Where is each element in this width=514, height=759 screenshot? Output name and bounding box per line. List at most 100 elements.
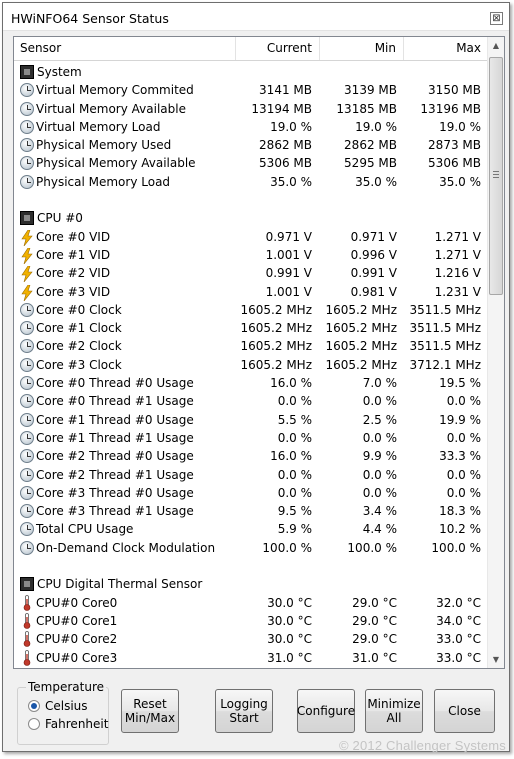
- sensor-row[interactable]: Core #0 Clock 1605.2 MHz 1605.2 MHz 3511.5 …: [14, 301, 488, 319]
- minimize-all-button[interactable]: Minimize All: [365, 689, 423, 733]
- sensor-name: System: [37, 65, 82, 79]
- clock-icon: [20, 376, 34, 391]
- column-header-max[interactable]: Max: [404, 37, 489, 60]
- sensor-row[interactable]: Core #3 VID 1.001 V 0.981 V 1.231 V: [14, 283, 488, 301]
- sensor-name: Core #2 Thread #0 Usage: [36, 449, 194, 464]
- column-header-min[interactable]: Min: [320, 37, 404, 60]
- sensor-min-value: 0.996 V: [350, 247, 397, 262]
- list-header: Sensor Current Min Max: [14, 37, 489, 61]
- sensor-name: CPU#0 Core2: [36, 632, 118, 647]
- sensor-row[interactable]: Core #0 Thread #1 Usage 0.0 % 0.0 % 0.0 %: [14, 392, 488, 410]
- temperature-group: Temperature Celsius Fahrenheit: [17, 680, 109, 745]
- sensor-current-value: 1605.2 MHz: [240, 339, 312, 354]
- sensor-current-value: 0.991 V: [265, 266, 312, 281]
- blank-row: [14, 191, 488, 209]
- sensor-max-value: 0.0 %: [446, 485, 481, 500]
- sensor-row[interactable]: Virtual Memory Commited 3141 MB 3139 MB 315…: [14, 81, 488, 99]
- sensor-row[interactable]: Core #1 Clock 1605.2 MHz 1605.2 MHz 3511.5 …: [14, 319, 488, 337]
- celsius-label[interactable]: Celsius: [45, 698, 88, 714]
- sensor-row[interactable]: Virtual Memory Load 19.0 % 19.0 % 19.0 %: [14, 118, 488, 136]
- sensor-row[interactable]: Core #0 Thread #0 Usage 16.0 % 7.0 % 19.5 %: [14, 374, 488, 392]
- sensor-row[interactable]: On-Demand Clock Modulation 100.0 % 100.0 %…: [14, 539, 488, 557]
- sensor-max-value: 0.0 %: [446, 394, 481, 409]
- sensor-row[interactable]: Core #1 VID 1.001 V 0.996 V 1.271 V: [14, 246, 488, 264]
- sensor-max-value: 35.0 %: [439, 174, 481, 189]
- bolt-icon: [20, 266, 34, 283]
- sensor-group-row[interactable]: System: [14, 63, 488, 81]
- scroll-up-icon[interactable]: ▲: [488, 37, 504, 54]
- sensor-row[interactable]: Core #3 Clock 1605.2 MHz 1605.2 MHz 3712.1 …: [14, 356, 488, 374]
- reset-min-max-button[interactable]: Reset Min/Max: [121, 689, 179, 733]
- configure-button[interactable]: Configure: [297, 689, 355, 733]
- sensor-name: Virtual Memory Available: [36, 101, 186, 116]
- clock-icon: [20, 357, 34, 372]
- sensor-row[interactable]: Physical Memory Available 5306 MB 5295 MB 5…: [14, 154, 488, 172]
- sensor-current-value: 5306 MB: [259, 156, 312, 171]
- thermometer-icon: [22, 649, 36, 666]
- blank-row: [14, 557, 488, 575]
- column-header-sensor[interactable]: Sensor: [14, 37, 236, 60]
- sensor-current-value: 0.0 %: [277, 485, 312, 500]
- sensor-name: On-Demand Clock Modulation: [36, 540, 216, 555]
- sensor-name: CPU#0 Core0: [36, 595, 118, 610]
- sensor-row[interactable]: Physical Memory Load 35.0 % 35.0 % 35.0 %: [14, 173, 488, 191]
- sensor-max-value: 19.0 %: [439, 119, 481, 134]
- sensor-row[interactable]: Core #3 Thread #0 Usage 0.0 % 0.0 % 0.0 %: [14, 484, 488, 502]
- sensor-name: Core #1 Thread #0 Usage: [36, 412, 194, 427]
- sensor-min-value: 29.0 °C: [352, 595, 397, 610]
- sensor-row[interactable]: CPU#0 Core3 31.0 °C 31.0 °C 33.0 °C: [14, 649, 488, 667]
- clock-icon: [20, 302, 34, 317]
- celsius-radio-circle[interactable]: [28, 700, 40, 712]
- sensor-row[interactable]: Core #2 VID 0.991 V 0.991 V 1.216 V: [14, 264, 488, 283]
- sensor-current-value: 13194 MB: [251, 101, 312, 116]
- clock-icon: [20, 83, 34, 98]
- sensor-max-value: 100.0 %: [431, 540, 481, 555]
- fahrenheit-radio-circle[interactable]: [28, 718, 40, 730]
- scroll-thumb[interactable]: [489, 57, 503, 295]
- clock-icon: [20, 138, 34, 153]
- sensor-row[interactable]: Total CPU Usage 5.9 % 4.4 % 10.2 %: [14, 520, 488, 538]
- sensor-row[interactable]: Core #2 Thread #1 Usage 0.0 % 0.0 % 0.0 %: [14, 466, 488, 484]
- sensor-list[interactable]: Sensor Current Min Max System Virtual Mem…: [13, 36, 505, 669]
- sensor-max-value: 5306 MB: [428, 156, 481, 171]
- column-header-current[interactable]: Current: [236, 37, 320, 60]
- vertical-scrollbar[interactable]: ▲ ▼: [487, 37, 504, 668]
- sensor-current-value: 35.0 %: [270, 174, 312, 189]
- sensor-row[interactable]: CPU#0 Core0 30.0 °C 29.0 °C 32.0 °C: [14, 594, 488, 612]
- sensor-current-value: 1.001 V: [265, 247, 312, 262]
- sensor-row[interactable]: Core #2 Thread #0 Usage 16.0 % 9.9 % 33.3 %: [14, 447, 488, 465]
- clock-icon: [20, 504, 34, 519]
- sensor-row[interactable]: Core #2 Clock 1605.2 MHz 1605.2 MHz 3511.5 …: [14, 337, 488, 355]
- sensor-max-value: 0.0 %: [446, 430, 481, 445]
- minimize-label-line2: All: [386, 711, 402, 725]
- fahrenheit-label[interactable]: Fahrenheit: [45, 716, 108, 732]
- thermometer-icon: [22, 594, 36, 611]
- title-bar[interactable]: HWiNFO64 Sensor Status ⊠: [3, 3, 509, 31]
- sensor-max-value: 3511.5 MHz: [409, 339, 481, 354]
- sensor-row[interactable]: CPU#0 Core2 30.0 °C 29.0 °C 33.0 °C: [14, 630, 488, 648]
- thermometer-icon: [22, 631, 36, 648]
- sensor-row[interactable]: Core #1 Thread #0 Usage 5.5 % 2.5 % 19.9 %: [14, 411, 488, 429]
- sensor-group-row[interactable]: CPU Digital Thermal Sensor: [14, 575, 488, 593]
- close-button[interactable]: Close: [434, 689, 495, 733]
- scroll-down-icon[interactable]: ▼: [488, 651, 504, 668]
- sensor-group-row[interactable]: CPU #0: [14, 209, 488, 227]
- sensor-min-value: 35.0 %: [355, 174, 397, 189]
- sensor-max-value: 3511.5 MHz: [409, 302, 481, 317]
- sensor-max-value: 34.0 °C: [436, 613, 481, 628]
- logging-start-button[interactable]: Logging Start: [215, 689, 273, 733]
- sensor-min-value: 0.981 V: [350, 284, 397, 299]
- sensor-row[interactable]: CPU#0 Core1 30.0 °C 29.0 °C 34.0 °C: [14, 612, 488, 630]
- clock-icon: [20, 321, 34, 336]
- sensor-name: Core #3 Clock: [36, 357, 122, 372]
- sensor-row[interactable]: Physical Memory Used 2862 MB 2862 MB 2873 M…: [14, 136, 488, 154]
- sensor-row[interactable]: Core #3 Thread #1 Usage 9.5 % 3.4 % 18.3 %: [14, 502, 488, 520]
- sensor-min-value: 0.991 V: [350, 266, 397, 281]
- sensor-row[interactable]: Core #0 VID 0.971 V 0.971 V 1.271 V: [14, 228, 488, 246]
- sensor-row[interactable]: Core #1 Thread #1 Usage 0.0 % 0.0 % 0.0 %: [14, 429, 488, 447]
- clock-icon: [20, 522, 34, 537]
- sensor-name: CPU#0 Core1: [36, 613, 118, 628]
- clock-icon: [20, 485, 34, 500]
- close-window-icon[interactable]: ⊠: [490, 12, 503, 25]
- sensor-row[interactable]: Virtual Memory Available 13194 MB 13185 MB…: [14, 100, 488, 118]
